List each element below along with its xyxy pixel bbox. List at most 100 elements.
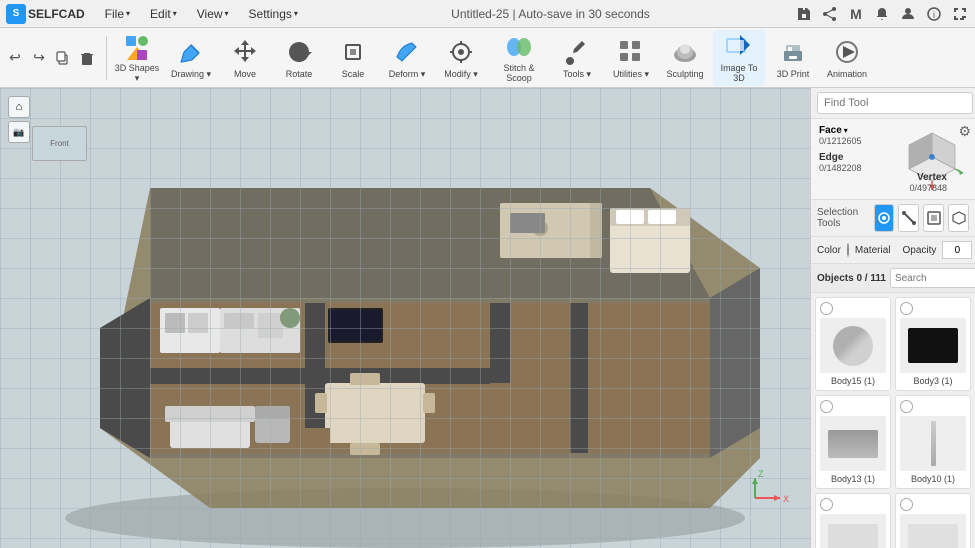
panel-gear-icon[interactable]: ⚙ (958, 123, 971, 140)
tools-icon (561, 36, 593, 68)
face-count: 0/1212605 (819, 136, 891, 146)
face-section: Face ▾ 0/1212605 Edge 0/1482208 (819, 125, 891, 173)
redo-button[interactable]: ↪ (28, 47, 50, 69)
selection-tools-label: Selection Tools (817, 207, 866, 229)
body3-label: Body3 (1) (900, 376, 966, 386)
stitch-scoop-icon (503, 32, 535, 62)
delete-button[interactable] (76, 47, 98, 69)
tool-3d-print[interactable]: 3D Print (767, 30, 819, 86)
sel-tool-edge-button[interactable] (898, 204, 919, 232)
tool-animation[interactable]: Animation (821, 30, 873, 86)
tool-sculpting[interactable]: Sculpting (659, 30, 711, 86)
share-icon[interactable] (821, 5, 839, 23)
object-body3[interactable]: Body3 (1) (895, 297, 971, 391)
color-picker[interactable] (847, 243, 849, 257)
body15-radio[interactable] (820, 302, 833, 315)
move-label: Move (234, 70, 256, 80)
tool-utilities[interactable]: Utilities ▾ (605, 30, 657, 86)
tool-image-to-3d[interactable]: Image To 3D (713, 30, 765, 86)
image-to-3d-label: Image To 3D (715, 64, 763, 84)
object-empty1[interactable] (815, 493, 891, 548)
home-view-icon[interactable]: ⌂ (8, 96, 30, 118)
toolbar-separator (106, 36, 107, 80)
body13-thumb (820, 416, 886, 471)
svg-text:i: i (933, 10, 935, 20)
viewport[interactable]: X Z ⌂ 📷 Front (0, 88, 810, 548)
undo-button[interactable]: ↩ (4, 47, 26, 69)
scale-label: Scale (342, 70, 365, 80)
user-icon[interactable] (899, 5, 917, 23)
objects-count-label: Objects 0 / 111 (817, 273, 886, 284)
3d-shapes-label: 3D Shapes ▾ (113, 64, 161, 84)
tool-modify[interactable]: Modify ▾ (435, 30, 487, 86)
empty2-radio[interactable] (900, 498, 913, 511)
body10-thumb (900, 416, 966, 471)
stitch-scoop-label: Stitch & Scoop (491, 64, 547, 84)
object-body13[interactable]: Body13 (1) (815, 395, 891, 489)
tool-drawing[interactable]: Drawing ▾ (165, 30, 217, 86)
logo-icon: S (6, 4, 26, 24)
scale-icon (337, 36, 369, 68)
app-logo[interactable]: S SELFCAD (6, 4, 85, 24)
m-icon[interactable]: M (847, 5, 865, 23)
edge-label: Edge (819, 152, 891, 163)
tool-tools[interactable]: Tools ▾ (551, 30, 603, 86)
tools-label: Tools ▾ (563, 70, 591, 80)
document-title: Untitled-25 (451, 7, 509, 21)
face-edge-vertex-section: Face ▾ 0/1212605 Edge 0/1482208 (811, 119, 975, 200)
rotate-icon (283, 36, 315, 68)
autosave-status: Auto-save in 30 seconds (518, 7, 649, 21)
tool-rotate[interactable]: Rotate (273, 30, 325, 86)
modify-label: Modify ▾ (444, 70, 478, 80)
opacity-label: Opacity (902, 245, 936, 256)
selection-tools-section: Selection Tools (811, 200, 975, 237)
sel-tool-object-button[interactable] (948, 204, 969, 232)
svg-text:X: X (783, 494, 789, 504)
find-tool-input[interactable] (817, 92, 973, 114)
main-toolbar: ↩ ↪ 3D Shapes ▾ Drawing ▾ Move Rota (0, 28, 975, 88)
menu-settings[interactable]: Settings ▾ (241, 5, 306, 23)
tool-3d-shapes[interactable]: 3D Shapes ▾ (111, 30, 163, 86)
body13-label: Body13 (1) (820, 474, 886, 484)
empty1-radio[interactable] (820, 498, 833, 511)
bell-icon[interactable] (873, 5, 891, 23)
copy-button[interactable] (52, 47, 74, 69)
tool-deform[interactable]: Deform ▾ (381, 30, 433, 86)
body13-radio[interactable] (820, 400, 833, 413)
menu-edit[interactable]: Edit ▾ (142, 5, 185, 23)
body10-radio[interactable] (900, 400, 913, 413)
body15-thumb (820, 318, 886, 373)
opacity-input[interactable]: 0 (942, 241, 972, 259)
face-dropdown[interactable]: Face ▾ (819, 125, 891, 136)
menu-file[interactable]: File ▾ (97, 5, 138, 23)
sel-tool-vertex-button[interactable] (874, 204, 895, 232)
empty2-thumb (900, 514, 966, 548)
object-body15[interactable]: Body15 (1) (815, 297, 891, 391)
utilities-label: Utilities ▾ (613, 70, 649, 80)
main-area: X Z ⌂ 📷 Front (0, 88, 975, 548)
tool-move[interactable]: Move (219, 30, 271, 86)
color-label: Color (817, 245, 841, 256)
sculpting-icon (669, 36, 701, 68)
drawing-icon (175, 36, 207, 68)
object-empty2[interactable] (895, 493, 971, 548)
objects-search-input[interactable] (890, 268, 975, 288)
tool-stitch-scoop[interactable]: Stitch & Scoop (489, 30, 549, 86)
right-panel: Face ▾ 0/1212605 Edge 0/1482208 (810, 88, 975, 548)
save-icon[interactable] (795, 5, 813, 23)
svg-text:Z: Z (758, 469, 764, 479)
3d-print-icon (777, 36, 809, 68)
expand-icon[interactable] (951, 5, 969, 23)
document-title-area: Untitled-25 | Auto-save in 30 seconds (310, 7, 791, 21)
sel-tool-face-button[interactable] (923, 204, 944, 232)
logo-text: SELFCAD (28, 7, 85, 21)
object-body10[interactable]: Body10 (1) (895, 395, 971, 489)
info-icon[interactable]: i (925, 5, 943, 23)
tool-scale[interactable]: Scale (327, 30, 379, 86)
drawing-label: Drawing ▾ (171, 70, 211, 80)
material-label: Material (855, 245, 891, 256)
menu-view[interactable]: View ▾ (189, 5, 237, 23)
camera-icon[interactable]: 📷 (8, 121, 30, 143)
animation-label: Animation (827, 70, 867, 80)
body3-radio[interactable] (900, 302, 913, 315)
